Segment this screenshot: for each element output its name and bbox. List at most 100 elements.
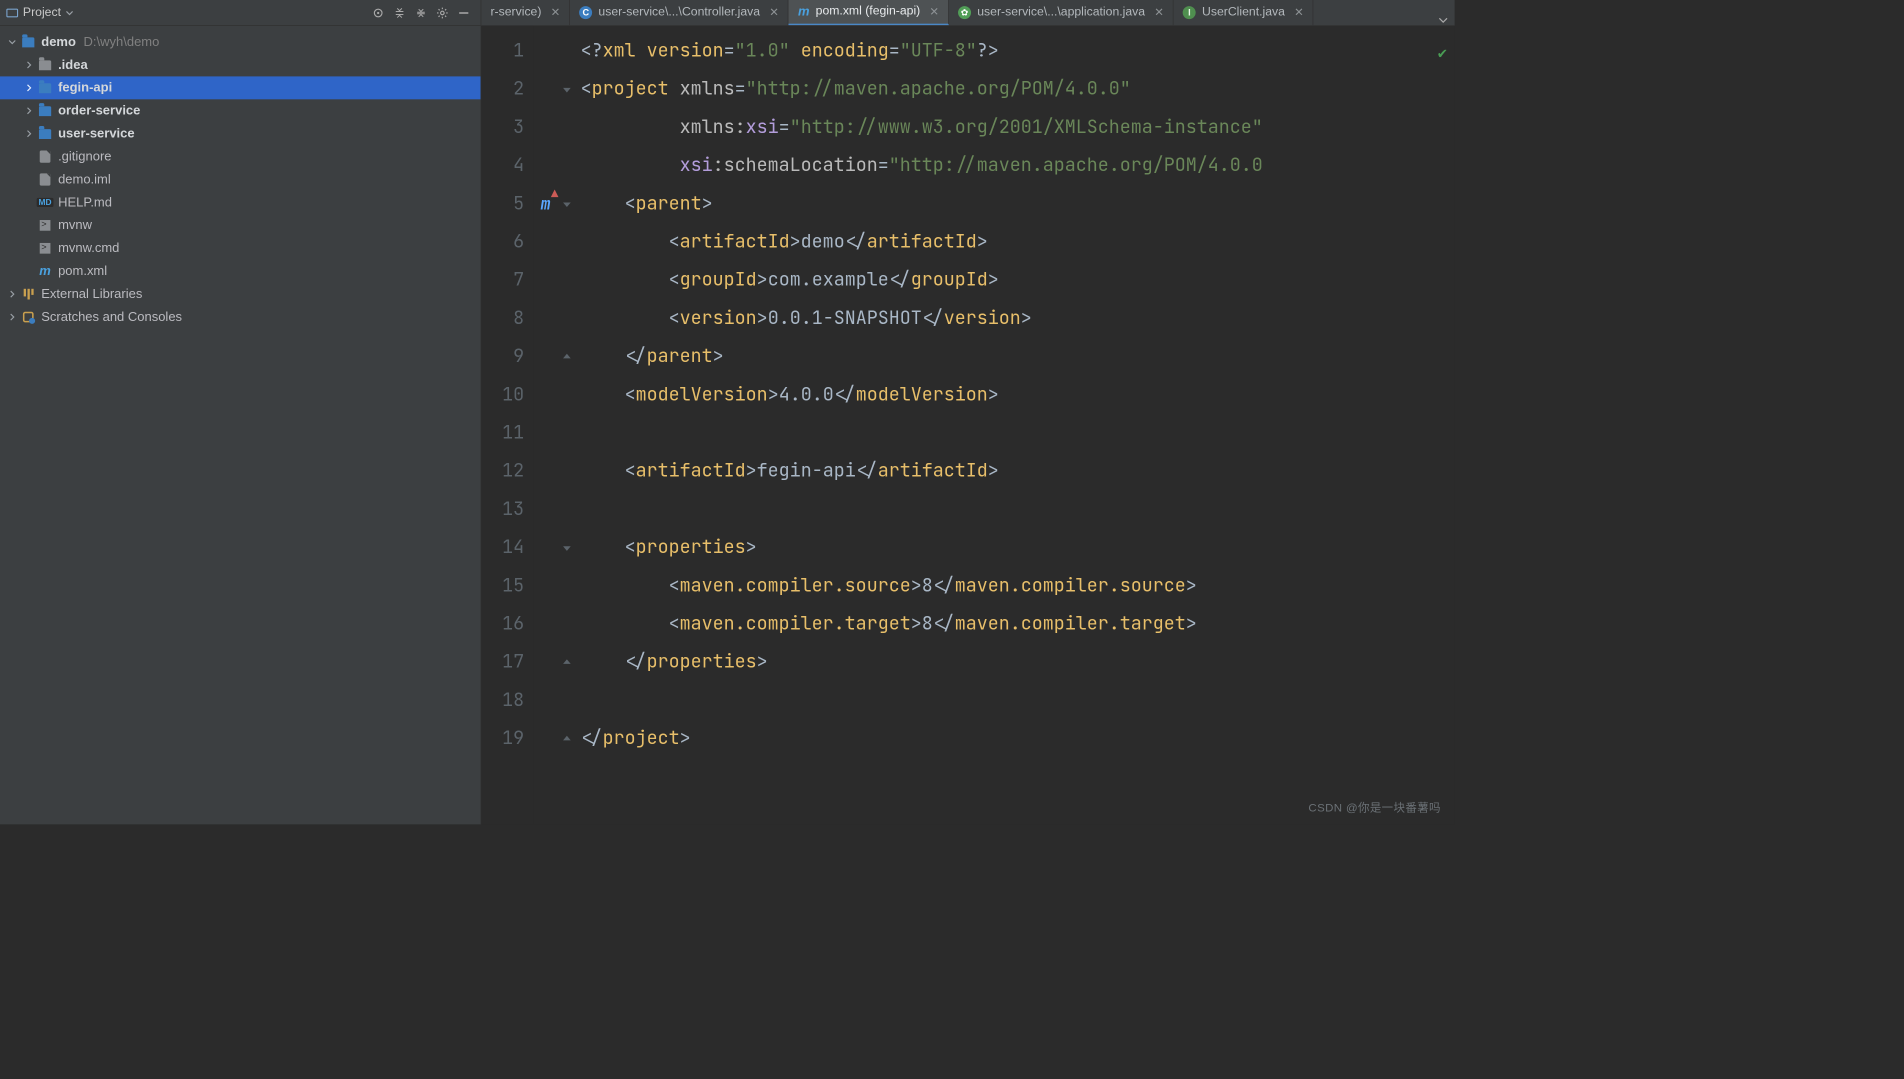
tree-item-label: Scratches and Consoles bbox=[41, 309, 182, 324]
gear-icon bbox=[436, 6, 448, 18]
settings-button[interactable] bbox=[432, 2, 453, 23]
editor-tab[interactable]: ✿ user-service\...\application.java ✕ bbox=[949, 0, 1174, 25]
code-line[interactable]: xsi:schemaLocation="http://maven.apache.… bbox=[581, 147, 1455, 185]
fold-handle[interactable] bbox=[558, 70, 576, 108]
fold-handle[interactable] bbox=[558, 720, 576, 758]
editor-tab[interactable]: Cuser-service\...\Controller.java✕ bbox=[570, 0, 789, 25]
tree-root-name: demo bbox=[41, 34, 76, 49]
code-editor[interactable]: ✔ 12345678910111213141516171819 m <?xml … bbox=[481, 26, 1454, 824]
tree-item-label: user-service bbox=[58, 126, 135, 141]
folder-icon bbox=[38, 58, 52, 72]
code-line[interactable]: <maven.compiler.source>8</maven.compiler… bbox=[581, 567, 1455, 605]
tab-label: user-service\...\application.java bbox=[977, 5, 1145, 19]
code-line[interactable]: <parent> bbox=[581, 185, 1455, 223]
chevron-right-icon[interactable] bbox=[6, 288, 18, 300]
tree-item-user-service[interactable]: user-service bbox=[0, 122, 481, 145]
tabs-dropdown-button[interactable] bbox=[1432, 16, 1455, 25]
tree-item-scratches-and-consoles[interactable]: Scratches and Consoles bbox=[0, 306, 481, 329]
line-number: 14 bbox=[481, 529, 524, 567]
maven-icon: m bbox=[38, 264, 52, 278]
project-title-text: Project bbox=[23, 6, 61, 20]
module-icon bbox=[38, 104, 52, 118]
code-line[interactable]: <?xml version="1.0" encoding="UTF-8"?> bbox=[581, 32, 1455, 70]
line-number: 12 bbox=[481, 452, 524, 490]
tree-item--gitignore[interactable]: .gitignore bbox=[0, 145, 481, 168]
line-number: 3 bbox=[481, 108, 524, 146]
tree-item-pom-xml[interactable]: m pom.xml bbox=[0, 260, 481, 283]
md-icon: MD bbox=[38, 196, 52, 210]
code-line[interactable]: <artifactId>demo</artifactId> bbox=[581, 223, 1455, 261]
collapse-all-button[interactable] bbox=[410, 2, 431, 23]
line-number: 11 bbox=[481, 414, 524, 452]
spring-icon: ✿ bbox=[958, 6, 971, 19]
fold-handle bbox=[558, 299, 576, 337]
hide-button[interactable] bbox=[453, 2, 474, 23]
project-title[interactable]: Project bbox=[6, 6, 73, 20]
tree-item-mvnw-cmd[interactable]: mvnw.cmd bbox=[0, 237, 481, 260]
code-line[interactable]: <groupId>com.example</groupId> bbox=[581, 261, 1455, 299]
tree-root-path: D:\wyh\demo bbox=[84, 34, 160, 49]
gutter-fold[interactable] bbox=[558, 26, 576, 824]
module-icon bbox=[38, 81, 52, 95]
tree-item-order-service[interactable]: order-service bbox=[0, 99, 481, 122]
code-line[interactable]: <maven.compiler.target>8</maven.compiler… bbox=[581, 605, 1455, 643]
chevron-right-icon[interactable] bbox=[23, 59, 35, 71]
tree-item-fegin-api[interactable]: fegin-api bbox=[0, 76, 481, 99]
code-content[interactable]: <?xml version="1.0" encoding="UTF-8"?><p… bbox=[576, 26, 1455, 824]
fold-handle[interactable] bbox=[558, 643, 576, 681]
project-icon bbox=[6, 6, 18, 18]
fold-handle bbox=[558, 108, 576, 146]
chevron-right-icon[interactable] bbox=[23, 128, 35, 140]
editor-tab[interactable]: mpom.xml (fegin-api)✕ bbox=[789, 0, 949, 25]
tree-item-external-libraries[interactable]: External Libraries bbox=[0, 283, 481, 306]
fold-handle bbox=[558, 414, 576, 452]
close-icon[interactable]: ✕ bbox=[1151, 5, 1164, 19]
chevron-down-icon[interactable] bbox=[6, 36, 18, 48]
line-number: 13 bbox=[481, 490, 524, 528]
close-icon[interactable]: ✕ bbox=[548, 5, 561, 19]
gutter-mark bbox=[533, 681, 557, 719]
tree-item-demo-iml[interactable]: demo.iml bbox=[0, 168, 481, 191]
code-line[interactable]: </parent> bbox=[581, 338, 1455, 376]
file-icon bbox=[38, 173, 52, 187]
editor-tab[interactable]: r-service)✕ bbox=[481, 0, 570, 25]
select-opened-file-button[interactable] bbox=[367, 2, 388, 23]
fold-handle[interactable] bbox=[558, 529, 576, 567]
code-line[interactable]: </project> bbox=[581, 720, 1455, 758]
code-line[interactable]: <project xmlns="http://maven.apache.org/… bbox=[581, 70, 1455, 108]
editor-tab[interactable]: IUserClient.java✕ bbox=[1174, 0, 1314, 25]
fold-handle[interactable] bbox=[558, 338, 576, 376]
tree-item-mvnw[interactable]: mvnw bbox=[0, 214, 481, 237]
chevron-right-icon[interactable] bbox=[23, 82, 35, 94]
close-icon[interactable]: ✕ bbox=[926, 5, 939, 19]
line-number: 1 bbox=[481, 32, 524, 70]
code-line[interactable] bbox=[581, 414, 1455, 452]
gutter-mark bbox=[533, 643, 557, 681]
lib-icon bbox=[21, 287, 35, 301]
project-tree[interactable]: demo D:\wyh\demo .ideafegin-apiorder-ser… bbox=[0, 26, 481, 824]
close-icon[interactable]: ✕ bbox=[1291, 5, 1304, 19]
code-line[interactable]: <artifactId>fegin-api</artifactId> bbox=[581, 452, 1455, 490]
fold-handle[interactable] bbox=[558, 185, 576, 223]
gutter-mark bbox=[533, 338, 557, 376]
chevron-down-icon bbox=[1439, 16, 1448, 25]
code-line[interactable]: xmlns:xsi="http://www.w3.org/2001/XMLSch… bbox=[581, 108, 1455, 146]
tree-root[interactable]: demo D:\wyh\demo bbox=[0, 31, 481, 54]
gutter-mark bbox=[533, 376, 557, 414]
editor-tabs: r-service)✕Cuser-service\...\Controller.… bbox=[481, 0, 1454, 26]
code-line[interactable] bbox=[581, 681, 1455, 719]
code-line[interactable]: <modelVersion>4.0.0</modelVersion> bbox=[581, 376, 1455, 414]
line-number: 4 bbox=[481, 147, 524, 185]
close-icon[interactable]: ✕ bbox=[766, 5, 779, 19]
tree-item-label: pom.xml bbox=[58, 264, 107, 279]
chevron-right-icon[interactable] bbox=[6, 311, 18, 323]
tree-item-help-md[interactable]: MDHELP.md bbox=[0, 191, 481, 214]
expand-all-button[interactable] bbox=[389, 2, 410, 23]
code-line[interactable]: </properties> bbox=[581, 643, 1455, 681]
chevron-right-icon[interactable] bbox=[23, 105, 35, 117]
code-line[interactable] bbox=[581, 490, 1455, 528]
code-line[interactable]: <properties> bbox=[581, 529, 1455, 567]
tree-item-label: External Libraries bbox=[41, 287, 142, 302]
code-line[interactable]: <version>0.0.1-SNAPSHOT</version> bbox=[581, 299, 1455, 337]
tree-item--idea[interactable]: .idea bbox=[0, 53, 481, 76]
